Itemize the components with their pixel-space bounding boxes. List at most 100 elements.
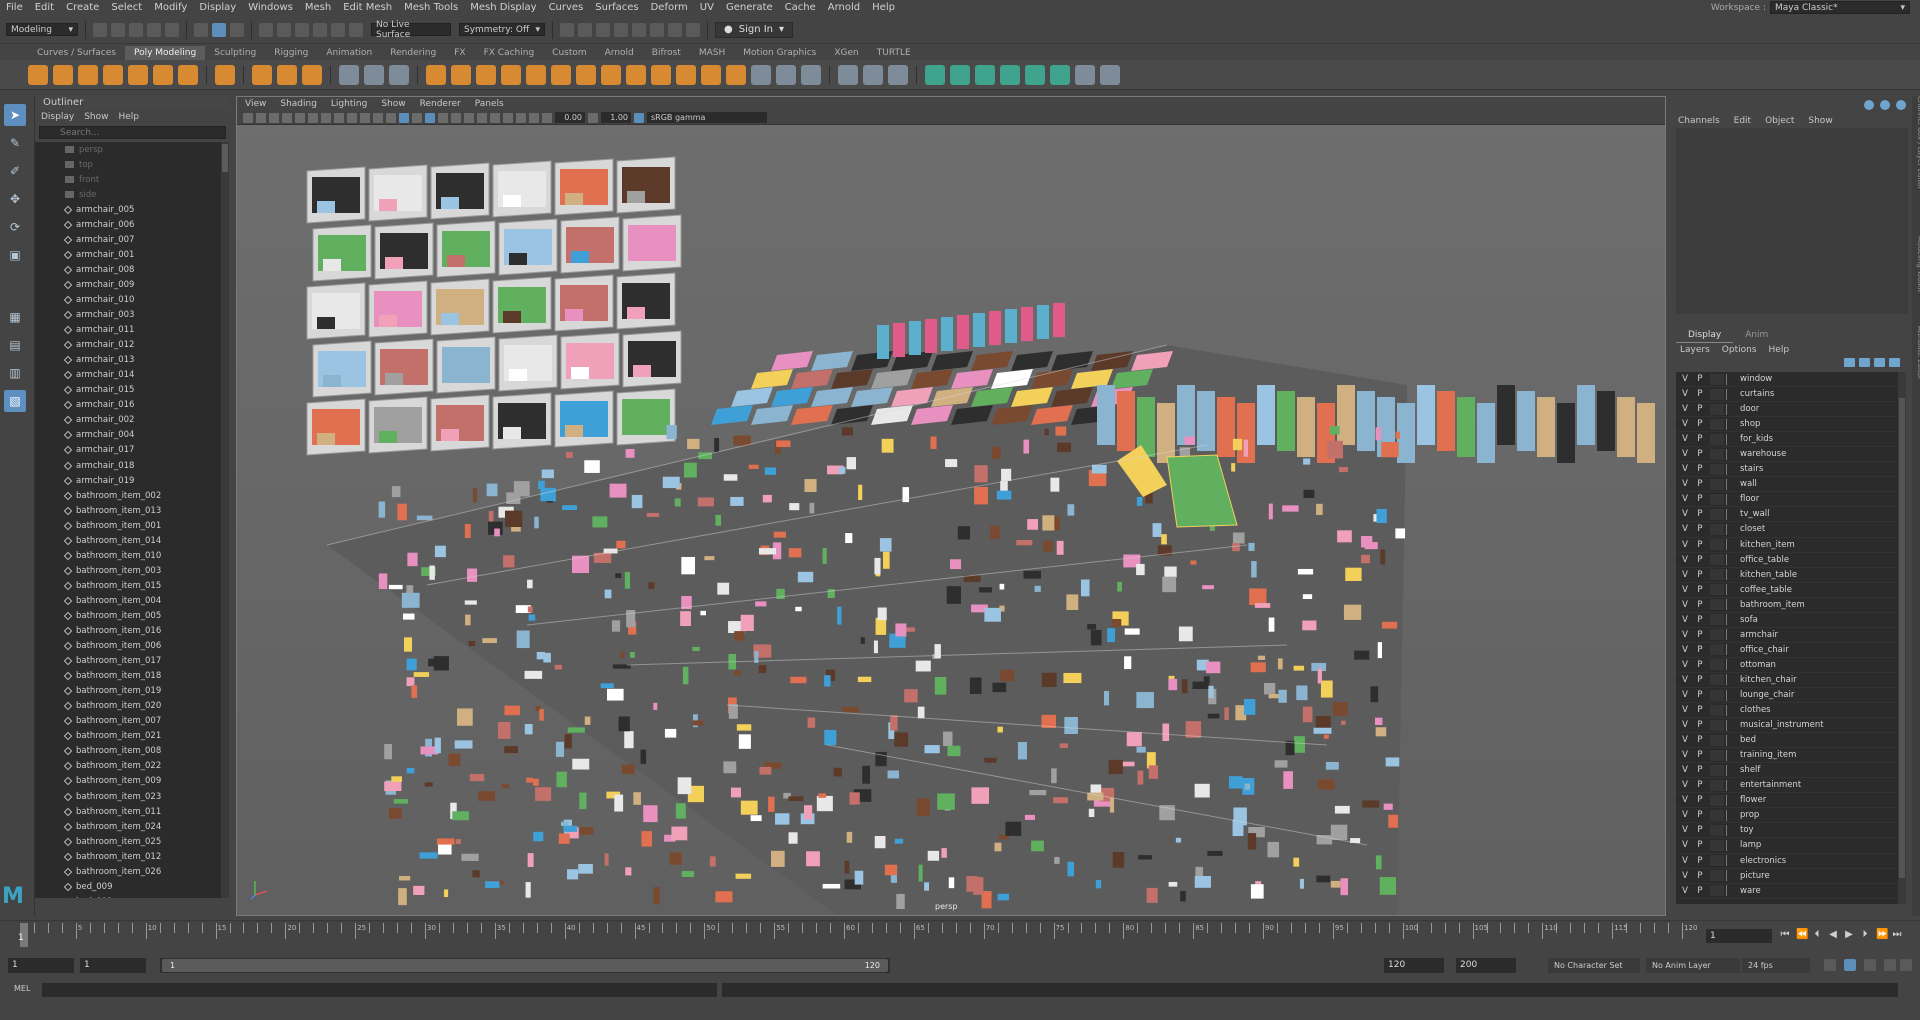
layer-color-swatch[interactable] bbox=[1726, 629, 1736, 641]
scrollbar-thumb[interactable] bbox=[222, 144, 228, 172]
step-back-frame-icon[interactable]: ⏴ bbox=[1812, 929, 1822, 941]
poly-cone-icon[interactable] bbox=[103, 64, 123, 85]
layer-display-type-toggle[interactable] bbox=[1710, 809, 1724, 821]
color-management-icon[interactable] bbox=[634, 112, 644, 123]
wireframe-icon[interactable] bbox=[386, 112, 396, 123]
layer-display-type-toggle[interactable] bbox=[1710, 870, 1724, 882]
bool-union-icon[interactable] bbox=[426, 64, 446, 85]
outliner-item[interactable]: bathroom_item_004 bbox=[35, 593, 221, 608]
offset-edge-loop-icon[interactable] bbox=[863, 64, 883, 85]
layer-display-type-toggle[interactable] bbox=[1710, 885, 1724, 897]
anim-layer-dropdown[interactable]: No Anim Layer bbox=[1646, 958, 1740, 973]
outliner-item[interactable]: armchair_018 bbox=[35, 458, 221, 473]
open-scene-icon[interactable] bbox=[111, 22, 125, 37]
bridge-icon[interactable] bbox=[676, 64, 696, 85]
layer-color-swatch[interactable] bbox=[1726, 418, 1736, 430]
layer-playback-toggle[interactable]: P bbox=[1694, 780, 1706, 790]
sign-in-button[interactable]: ● Sign In ▾ bbox=[715, 21, 794, 38]
outliner-item[interactable]: armchair_016 bbox=[35, 398, 221, 413]
layer-visibility-toggle[interactable]: V bbox=[1679, 570, 1691, 580]
layer-row[interactable]: V Pshop bbox=[1676, 417, 1898, 433]
loop-icon[interactable] bbox=[1824, 959, 1836, 971]
outliner-item[interactable]: bathroom_item_024 bbox=[35, 819, 221, 834]
animation-preferences-icon[interactable] bbox=[1864, 959, 1876, 971]
snap-grid-icon[interactable] bbox=[259, 22, 273, 37]
mel-command-input[interactable] bbox=[42, 983, 717, 997]
menu-surfaces[interactable]: Surfaces bbox=[589, 2, 644, 13]
shelf-tab-motion-graphics[interactable]: Motion Graphics bbox=[734, 46, 825, 60]
outliner-item[interactable]: bathroom_item_018 bbox=[35, 669, 221, 684]
layer-playback-toggle[interactable]: P bbox=[1694, 810, 1706, 820]
layer-display-type-toggle[interactable] bbox=[1710, 493, 1724, 505]
outliner-item[interactable]: bathroom_item_014 bbox=[35, 533, 221, 548]
menu-select[interactable]: Select bbox=[105, 2, 148, 13]
layer-color-swatch[interactable] bbox=[1726, 644, 1736, 656]
layer-row[interactable]: V Plounge_chair bbox=[1676, 688, 1898, 704]
bool-intersection-icon[interactable] bbox=[476, 64, 496, 85]
reduce-icon[interactable] bbox=[576, 64, 596, 85]
menu-edit-mesh[interactable]: Edit Mesh bbox=[337, 2, 398, 13]
smooth-icon[interactable] bbox=[389, 64, 409, 85]
layer-row[interactable]: V Pottoman bbox=[1676, 658, 1898, 673]
ambient-occlusion-icon[interactable] bbox=[464, 112, 474, 123]
outliner-item[interactable]: bathroom_item_006 bbox=[35, 639, 221, 654]
layer-visibility-toggle[interactable]: V bbox=[1679, 856, 1691, 866]
layer-visibility-toggle[interactable]: V bbox=[1679, 675, 1691, 685]
layer-visibility-toggle[interactable]: V bbox=[1679, 825, 1691, 835]
exposure-icon[interactable] bbox=[542, 112, 552, 123]
layer-visibility-toggle[interactable]: V bbox=[1679, 615, 1691, 625]
mirror-icon[interactable] bbox=[501, 64, 521, 85]
outliner-item[interactable]: armchair_015 bbox=[35, 383, 221, 398]
layer-playback-toggle[interactable]: P bbox=[1694, 840, 1706, 850]
side-tab-channel-box-layer-editor[interactable]: Channel Box / Layer Editor bbox=[1908, 96, 1920, 189]
shelf-tab-arnold[interactable]: Arnold bbox=[596, 46, 643, 60]
range-track[interactable]: 1 120 bbox=[160, 958, 890, 973]
outliner-menu-show[interactable]: Show bbox=[84, 110, 108, 124]
layer-visibility-toggle[interactable]: V bbox=[1679, 419, 1691, 429]
remesh-icon[interactable] bbox=[601, 64, 621, 85]
outliner-item[interactable]: armchair_007 bbox=[35, 232, 221, 247]
layer-display-type-toggle[interactable] bbox=[1710, 614, 1724, 626]
layer-visibility-toggle[interactable]: V bbox=[1679, 509, 1691, 519]
layer-playback-toggle[interactable]: P bbox=[1694, 735, 1706, 745]
shelf-tab-fx-caching[interactable]: FX Caching bbox=[475, 46, 544, 60]
layer-color-swatch[interactable] bbox=[1726, 433, 1736, 445]
mel-label[interactable]: MEL bbox=[14, 984, 30, 993]
layer-playback-toggle[interactable]: P bbox=[1694, 419, 1706, 429]
spherical-map-icon[interactable] bbox=[975, 64, 995, 85]
layer-visibility-toggle[interactable]: V bbox=[1679, 555, 1691, 565]
outliner-item[interactable]: armchair_012 bbox=[35, 338, 221, 353]
layer-color-swatch[interactable] bbox=[1726, 689, 1736, 701]
layer-color-swatch[interactable] bbox=[1726, 855, 1736, 867]
new-layer-selected-icon[interactable] bbox=[1889, 358, 1900, 367]
layer-color-swatch[interactable] bbox=[1726, 674, 1736, 686]
menu-generate[interactable]: Generate bbox=[720, 2, 779, 13]
layer-playback-toggle[interactable]: P bbox=[1694, 404, 1706, 414]
layer-color-swatch[interactable] bbox=[1726, 734, 1736, 746]
time-ticks[interactable]: 1510152025303540455055606570758085909510… bbox=[20, 923, 1697, 949]
layer-color-swatch[interactable] bbox=[1726, 870, 1736, 882]
layer-row[interactable]: V Parmchair bbox=[1676, 628, 1898, 643]
append-polygon-icon[interactable] bbox=[726, 64, 746, 85]
shelf-tab-rigging[interactable]: Rigging bbox=[265, 46, 317, 60]
layer-color-swatch[interactable] bbox=[1726, 885, 1736, 897]
outliner-item[interactable]: armchair_002 bbox=[35, 413, 221, 428]
layer-row[interactable]: V Pware bbox=[1676, 884, 1898, 899]
single-perspective-layout-icon[interactable]: ▦ bbox=[4, 306, 26, 328]
channel-box-menu-edit[interactable]: Edit bbox=[1734, 114, 1751, 128]
outliner-item[interactable]: bathroom_item_021 bbox=[35, 729, 221, 744]
outliner-item[interactable]: armchair_019 bbox=[35, 473, 221, 488]
layer-color-swatch[interactable] bbox=[1726, 373, 1736, 385]
layer-playback-toggle[interactable]: P bbox=[1694, 705, 1706, 715]
outliner-item[interactable]: side bbox=[35, 187, 221, 202]
layer-color-swatch[interactable] bbox=[1726, 388, 1736, 400]
bookmarks-icon[interactable] bbox=[269, 112, 279, 123]
target-weld-icon[interactable] bbox=[776, 64, 796, 85]
extrude-icon[interactable] bbox=[651, 64, 671, 85]
layer-display-type-toggle[interactable] bbox=[1710, 478, 1724, 490]
layer-row[interactable]: V Pkitchen_item bbox=[1676, 538, 1898, 553]
layer-display-type-toggle[interactable] bbox=[1710, 523, 1724, 535]
menu-arnold[interactable]: Arnold bbox=[822, 2, 866, 13]
menu-create[interactable]: Create bbox=[60, 2, 105, 13]
layer-visibility-toggle[interactable]: V bbox=[1679, 871, 1691, 881]
